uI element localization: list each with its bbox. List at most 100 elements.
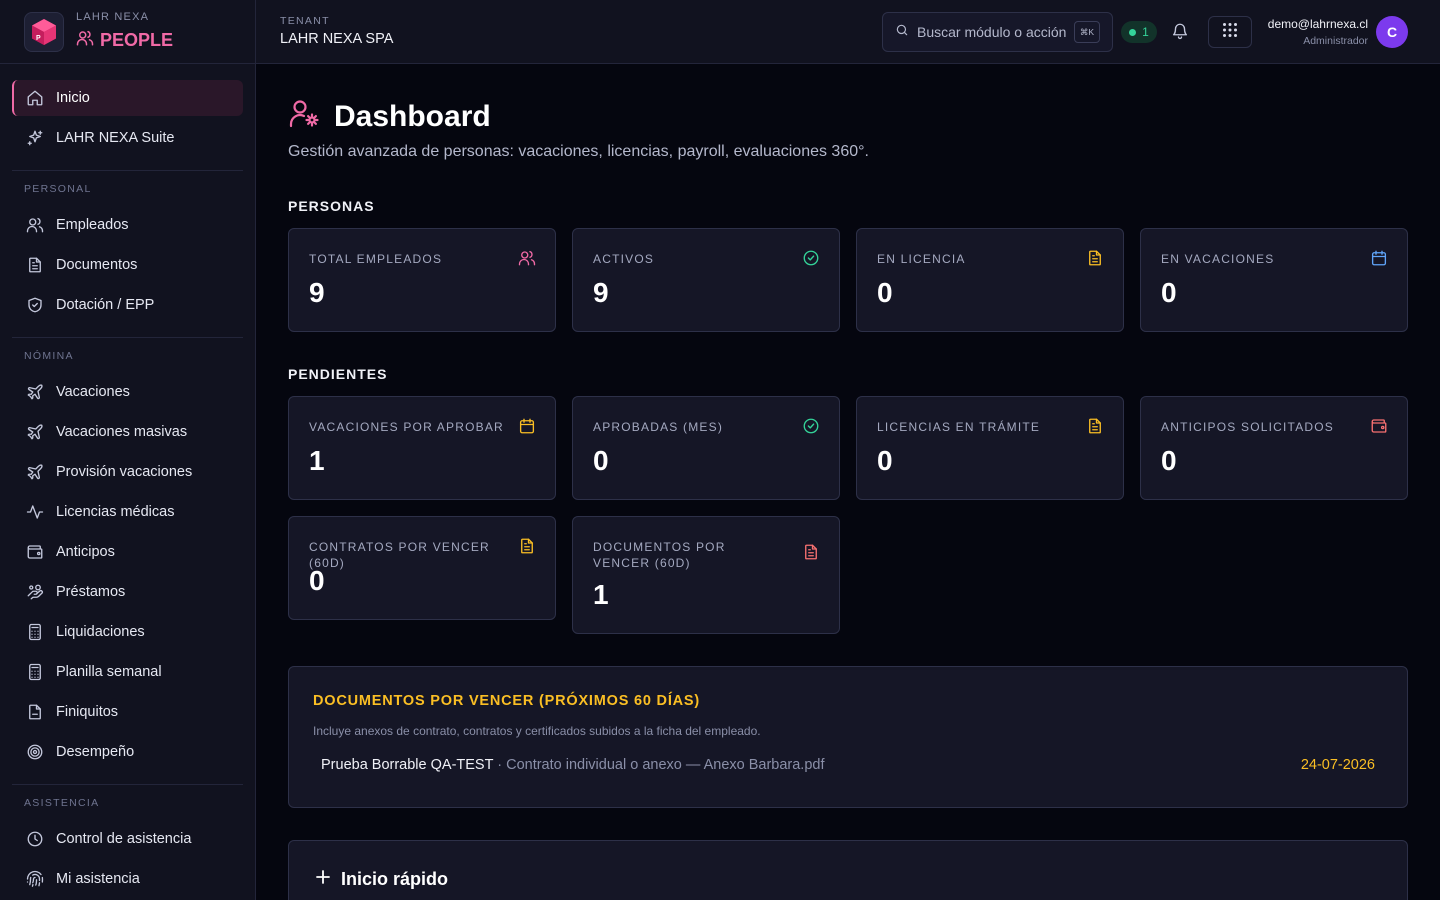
tenant-info: TENANT LAHR NEXA SPA (280, 15, 393, 47)
sidebar-item-label: Documentos (56, 257, 138, 273)
stat-card[interactable]: TOTAL EMPLEADOS 9 (288, 228, 556, 332)
status-dot (1129, 28, 1137, 36)
sidebar-item-finiquitos[interactable]: Finiquitos (12, 694, 243, 730)
stat-value: 0 (877, 277, 893, 308)
sidebar-item-control-de-asistencia[interactable]: Control de asistencia (12, 821, 243, 857)
sidebar-item-prestamos[interactable]: Préstamos (12, 574, 243, 610)
stat-card[interactable]: ACTIVOS 9 (572, 228, 840, 332)
grid-icon (1222, 22, 1238, 43)
stat-label: EN VACACIONES (1161, 252, 1275, 266)
sidebar-item-label: Empleados (56, 217, 129, 233)
stat-label: CONTRATOS POR VENCER (60D) (309, 540, 490, 570)
page-subtitle: Gestión avanzada de personas: vacaciones… (288, 143, 869, 160)
status-badge[interactable]: 1 (1121, 21, 1157, 43)
search-input[interactable]: Buscar módulo o acción ⌘K (882, 12, 1113, 52)
sidebar-item-label: Finiquitos (56, 704, 119, 720)
sidebar-item-vacaciones[interactable]: Vacaciones (12, 374, 243, 410)
sidebar-item-label: Préstamos (56, 584, 126, 600)
brand-header: P LAHR NEXA PEOPLE (0, 0, 255, 64)
sidebar-divider (12, 337, 243, 338)
users-icon (518, 249, 536, 267)
users-icon (26, 216, 56, 234)
stat-value: 0 (1161, 277, 1177, 308)
sidebar-item-empleados[interactable]: Empleados (12, 207, 243, 243)
user-role: Administrador (1303, 35, 1368, 47)
status-count: 1 (1142, 25, 1149, 39)
quick-start-panel: Inicio rápido (288, 840, 1408, 900)
file-icon (26, 703, 56, 721)
sidebar-item-liquidaciones[interactable]: Liquidaciones (12, 614, 243, 650)
calendar-icon (1370, 249, 1388, 267)
stat-value: 0 (309, 565, 325, 596)
sidebar-item-desempeno[interactable]: Desempeño (12, 734, 243, 770)
stat-card[interactable]: EN VACACIONES 0 (1140, 228, 1408, 332)
document-icon (1086, 249, 1104, 267)
quick-start-title: Inicio rápido (341, 869, 449, 889)
calculator-icon (26, 663, 56, 681)
sidebar-section-title: NÓMINA (24, 350, 74, 362)
panel-title: DOCUMENTOS POR VENCER (PRÓXIMOS 60 DÍAS) (313, 693, 701, 709)
app-logo[interactable]: P (24, 11, 64, 52)
stat-card[interactable]: VACACIONES POR APROBAR 1 (288, 396, 556, 500)
stat-card[interactable]: ANTICIPOS SOLICITADOS 0 (1140, 396, 1408, 500)
stat-card[interactable]: EN LICENCIA 0 (856, 228, 1124, 332)
sidebar-item-dotacion-epp[interactable]: Dotación / EPP (12, 287, 243, 323)
sidebar-item-documentos[interactable]: Documentos (12, 247, 243, 283)
fingerprint-icon (26, 870, 56, 888)
sidebar-item-planilla-semanal[interactable]: Planilla semanal (12, 654, 243, 690)
stat-value: 1 (309, 445, 325, 476)
sidebar-item-provision-vacaciones[interactable]: Provisión vacaciones (12, 454, 243, 490)
bell-icon (1171, 23, 1189, 44)
avatar[interactable]: C (1376, 16, 1408, 48)
user-email: demo@lahrnexa.cl (1267, 17, 1368, 31)
topbar: TENANT LAHR NEXA SPA Buscar módulo o acc… (256, 0, 1440, 64)
users-icon (76, 29, 100, 52)
user-menu[interactable]: demo@lahrnexa.cl Administrador (1268, 17, 1368, 47)
sidebar-item-label: Vacaciones masivas (56, 424, 188, 440)
target-icon (26, 743, 56, 761)
plane-icon (26, 423, 56, 441)
sidebar-item-vacaciones-masivas[interactable]: Vacaciones masivas (12, 414, 243, 450)
list-item[interactable]: Prueba Borrable QA-TEST · Contrato indiv… (321, 757, 1375, 777)
sidebar-item-label: Provisión vacaciones (56, 464, 193, 480)
sidebar-item-label: Inicio (56, 90, 90, 106)
stat-label: LICENCIAS EN TRÁMITE (877, 420, 1041, 434)
sidebar-item-licencias-medicas[interactable]: Licencias médicas (12, 494, 243, 530)
document-icon (1086, 417, 1104, 435)
search-placeholder: Buscar módulo o acción (917, 24, 1067, 40)
stat-card[interactable]: LICENCIAS EN TRÁMITE 0 (856, 396, 1124, 500)
apps-launcher-button[interactable] (1208, 16, 1252, 48)
plane-icon (26, 463, 56, 481)
stat-card[interactable]: CONTRATOS POR VENCER (60D) 0 (288, 516, 556, 620)
check-circle-icon (802, 249, 820, 267)
quick-start-toggle[interactable]: Inicio rápido (315, 869, 448, 890)
sidebar-item-mi-asistencia[interactable]: Mi asistencia (12, 861, 243, 897)
notifications-button[interactable] (1171, 22, 1189, 45)
activity-icon (26, 503, 56, 521)
sidebar-item-label: Vacaciones (56, 384, 130, 400)
tenant-name: LAHR NEXA SPA (280, 31, 394, 47)
page-title: Dashboard (334, 99, 491, 133)
doc-employee: Prueba Borrable QA-TEST (321, 757, 494, 773)
stat-value: 9 (593, 277, 609, 308)
product-name: PEOPLE (100, 30, 174, 50)
wallet-icon (26, 543, 56, 561)
document-icon (518, 537, 536, 555)
sidebar-item-label: Planilla semanal (56, 664, 162, 680)
stat-label: EN LICENCIA (877, 252, 966, 266)
sidebar-item-inicio[interactable]: Inicio (12, 80, 243, 116)
sidebar-item-label: Liquidaciones (56, 624, 145, 640)
stat-label: ANTICIPOS SOLICITADOS (1161, 420, 1335, 434)
company-name: LAHR NEXA (76, 11, 150, 23)
sidebar-item-lahr-nexa-suite[interactable]: LAHR NEXA Suite (12, 120, 243, 156)
sidebar-item-label: Desempeño (56, 744, 135, 760)
stat-label: ACTIVOS (593, 252, 655, 266)
calculator-icon (26, 623, 56, 641)
sidebar-section-title: ASISTENCIA (24, 797, 100, 809)
stat-value: 0 (593, 445, 609, 476)
sidebar-item-anticipos[interactable]: Anticipos (12, 534, 243, 570)
hand-coins-icon (26, 583, 56, 601)
stat-card[interactable]: DOCUMENTOS POR VENCER (60D) 1 (572, 516, 840, 634)
stat-card[interactable]: APROBADAS (MES) 0 (572, 396, 840, 500)
stat-label: TOTAL EMPLEADOS (309, 252, 443, 266)
